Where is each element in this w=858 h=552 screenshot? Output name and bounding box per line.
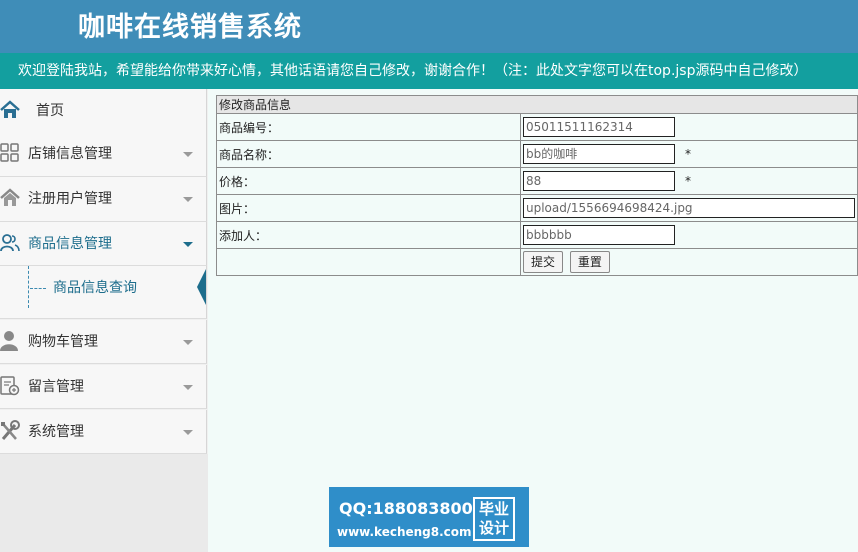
welcome-marquee: 欢迎登陆我站，希望能给你带来好心情，其他话语请您自己修改，谢谢合作！（注：此处文… xyxy=(0,53,858,89)
tree-line xyxy=(28,266,29,308)
empty-cell xyxy=(216,248,521,276)
sidebar-item-label: 系统管理 xyxy=(28,424,84,440)
person-icon xyxy=(0,331,18,351)
goods-id-field[interactable]: 05011511162314 xyxy=(523,117,675,137)
main-content: 修改商品信息 商品编号： 05011511162314 商品名称： bb的咖啡 *… xyxy=(208,89,858,552)
goods-name-field[interactable]: bb的咖啡 xyxy=(523,144,675,164)
watermark-qq: QQ:188083800 xyxy=(339,499,473,518)
edit-goods-form: 修改商品信息 商品编号： 05011511162314 商品名称： bb的咖啡 *… xyxy=(216,95,858,276)
sidebar-background xyxy=(0,454,208,552)
sidebar-subitem-goods-query[interactable]: 商品信息查询 xyxy=(0,266,207,319)
sidebar-subitem-label: 商品信息查询 xyxy=(53,280,137,296)
tools-icon xyxy=(1,420,20,440)
required-mark: * xyxy=(685,173,691,188)
field-label: 价格： xyxy=(216,167,521,195)
users-icon xyxy=(0,234,20,252)
field-label: 商品名称： xyxy=(216,140,521,168)
chevron-down-icon xyxy=(183,385,193,390)
field-cell: bb的咖啡 * xyxy=(520,140,858,168)
submit-button[interactable]: 提交 xyxy=(523,251,564,273)
house-icon xyxy=(0,188,20,206)
app-title: 咖啡在线销售系统 xyxy=(78,12,302,43)
actions-cell: 提交 重置 xyxy=(520,248,858,276)
sidebar-item-label: 首页 xyxy=(36,103,64,119)
sidebar-item-shop[interactable]: 店铺信息管理 xyxy=(0,132,207,177)
sidebar-item-system[interactable]: 系统管理 xyxy=(0,410,207,454)
sidebar-item-users[interactable]: 注册用户管理 xyxy=(0,177,207,222)
watermark-site: www.kecheng8.com xyxy=(337,525,472,539)
field-cell: 88 * xyxy=(520,167,858,195)
image-path-field[interactable]: upload/1556694698424.jpg xyxy=(523,198,855,218)
field-cell: bbbbbb xyxy=(520,221,858,249)
chevron-down-icon xyxy=(183,152,193,157)
sidebar-item-label: 注册用户管理 xyxy=(28,191,112,207)
required-mark: * xyxy=(685,146,691,161)
added-by-field[interactable]: bbbbbb xyxy=(523,225,675,245)
field-label: 添加人： xyxy=(216,221,521,249)
chevron-down-icon xyxy=(183,430,193,435)
chevron-down-icon xyxy=(183,242,193,247)
reset-button[interactable]: 重置 xyxy=(569,251,610,273)
header-bar: 咖啡在线销售系统 xyxy=(0,0,858,53)
active-pointer-icon xyxy=(197,269,206,305)
form-row: 商品编号： 05011511162314 xyxy=(216,113,858,141)
field-label: 图片： xyxy=(216,194,521,222)
form-actions-row: 提交 重置 xyxy=(216,248,858,276)
field-label: 商品编号： xyxy=(216,113,521,141)
message-icon xyxy=(0,376,20,396)
price-field[interactable]: 88 xyxy=(523,171,675,191)
form-heading: 修改商品信息 xyxy=(216,95,858,114)
field-cell: upload/1556694698424.jpg xyxy=(520,194,858,222)
badge-line: 设计 xyxy=(478,519,509,537)
chevron-down-icon xyxy=(183,197,193,202)
home-icon xyxy=(0,100,20,118)
tree-branch xyxy=(30,288,46,289)
form-row: 价格： 88 * xyxy=(216,167,858,195)
form-row: 商品名称： bb的咖啡 * xyxy=(216,140,858,168)
sidebar-item-label: 购物车管理 xyxy=(28,334,98,350)
watermark-logo: QQ:188083800 www.kecheng8.com 毕业 设计 xyxy=(329,487,529,547)
sidebar-item-label: 留言管理 xyxy=(28,379,84,395)
sidebar-item-label: 商品信息管理 xyxy=(28,236,112,252)
watermark-badge: 毕业 设计 xyxy=(473,497,515,541)
chevron-down-icon xyxy=(183,340,193,345)
sidebar-item-messages[interactable]: 留言管理 xyxy=(0,365,207,409)
sidebar-item-cart[interactable]: 购物车管理 xyxy=(0,320,207,364)
field-cell: 05011511162314 xyxy=(520,113,858,141)
sidebar-item-label: 店铺信息管理 xyxy=(28,146,112,162)
sidebar-item-home[interactable]: 首页 xyxy=(0,89,207,133)
badge-line: 毕业 xyxy=(478,500,509,518)
form-row: 图片： upload/1556694698424.jpg xyxy=(216,194,858,222)
form-row: 添加人： bbbbbb xyxy=(216,221,858,249)
sidebar-item-goods[interactable]: 商品信息管理 xyxy=(0,222,207,266)
sidebar: 首页 店铺信息管理 注册用户管理 商品信息管理 商品信息查询 购物车管理 留言管… xyxy=(0,89,208,552)
grid-icon xyxy=(0,143,19,162)
